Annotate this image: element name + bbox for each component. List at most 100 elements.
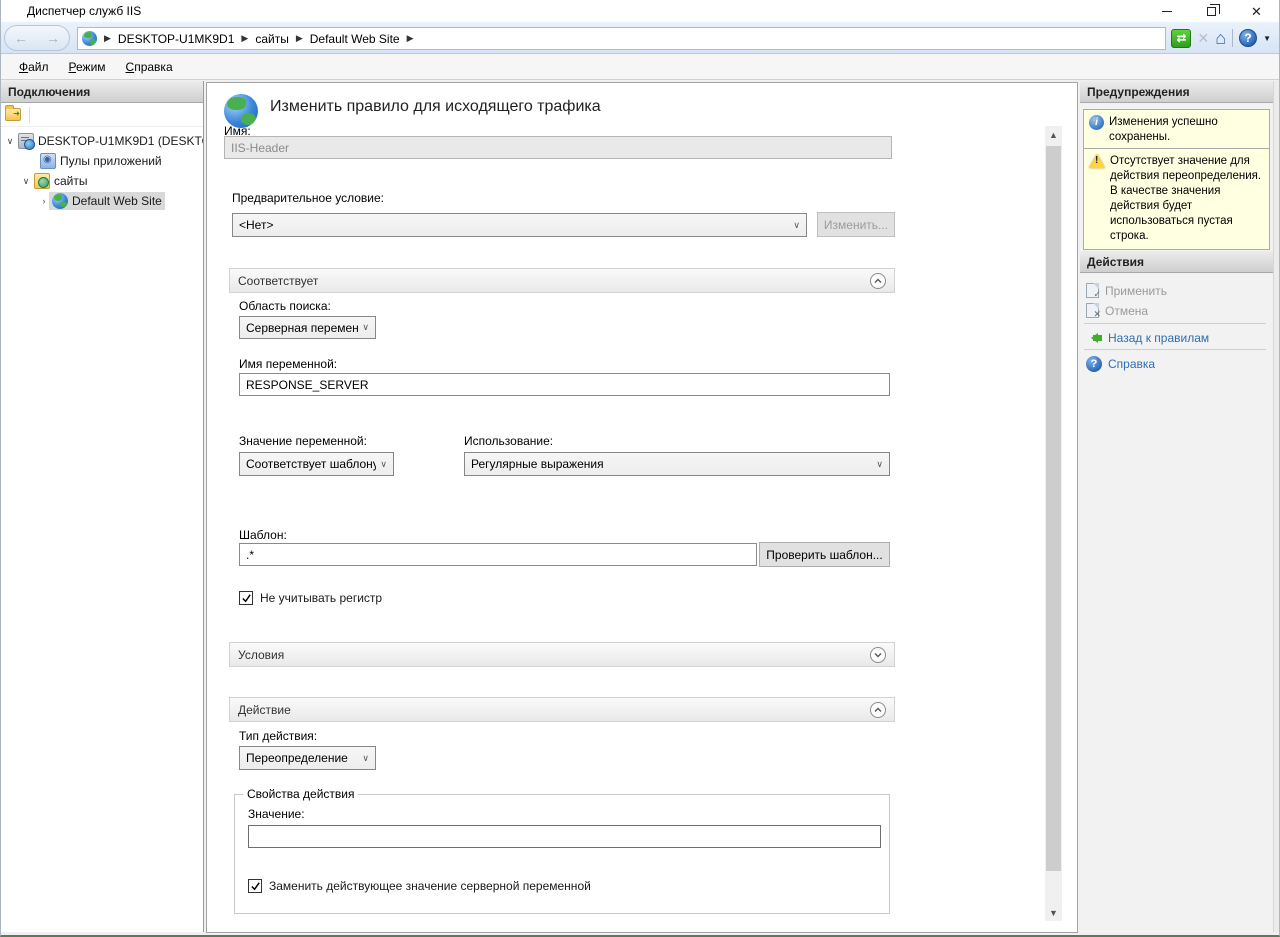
apply-button: ✓ Применить (1080, 280, 1273, 301)
app-pools-icon (40, 153, 56, 169)
save-connection-icon[interactable] (5, 108, 21, 121)
section-title: Действие (238, 703, 870, 717)
close-button[interactable]: ✕ (1234, 0, 1279, 22)
conditions-section-header[interactable]: Условия (229, 642, 895, 667)
breadcrumb-segment-server[interactable]: DESKTOP-U1MK9D1 (118, 32, 234, 46)
forward-button[interactable]: → (46, 31, 60, 45)
tree-item-default-web-site[interactable]: › Default Web Site (1, 191, 203, 211)
page-title: Изменить правило для исходящего трафика (270, 98, 601, 116)
tree-item-label: DESKTOP-U1MK9D1 (DESKTOP (38, 134, 203, 148)
alert-warning: Отсутствует значение для действия переоп… (1083, 148, 1270, 250)
tree-item-label: Default Web Site (72, 194, 162, 208)
tree-item-server[interactable]: ∨ DESKTOP-U1MK9D1 (DESKTOP (1, 131, 203, 151)
action-properties-group: Свойства действия Значение: Заменить дей… (234, 794, 890, 914)
scope-select[interactable]: Серверная переменн ∨ (239, 316, 376, 339)
precondition-select[interactable]: <Нет> ∨ (232, 213, 807, 237)
scrollbar-thumb[interactable] (1046, 146, 1061, 871)
tree-item-sites[interactable]: ∨ сайты (1, 171, 203, 191)
toolbar-divider (1232, 29, 1233, 47)
help-icon[interactable]: ? (1239, 29, 1257, 47)
task-label: Отмена (1105, 304, 1148, 318)
variable-value-value: Соответствует шаблону (246, 457, 376, 471)
variable-name-input[interactable]: RESPONSE_SERVER (239, 373, 890, 396)
alert-text: Отсутствует значение для действия переоп… (1110, 154, 1265, 244)
breadcrumb[interactable]: ▶ DESKTOP-U1MK9D1 ▶ сайты ▶ Default Web … (77, 27, 1166, 50)
ignore-case-label: Не учитывать регистр (260, 591, 382, 605)
restart-icon[interactable]: ⇄ (1171, 29, 1191, 48)
chevron-up-circle-icon[interactable] (870, 702, 886, 718)
breadcrumb-segment-sites[interactable]: сайты (255, 32, 289, 46)
precondition-value: <Нет> (239, 218, 789, 232)
ignore-case-checkbox-row[interactable]: Не учитывать регистр (239, 591, 382, 605)
menu-help[interactable]: Справка (118, 57, 181, 77)
chevron-right-icon[interactable]: › (39, 196, 49, 206)
action-section-header[interactable]: Действие (229, 697, 895, 722)
variable-value-label: Значение переменной: (239, 434, 367, 448)
checkbox-checked-icon[interactable] (248, 879, 262, 893)
sites-folder-icon (34, 173, 50, 189)
globe-icon (52, 193, 68, 209)
title-bar: Диспетчер служб IIS ✕ (1, 0, 1279, 22)
scrollbar-up-icon[interactable]: ▲ (1045, 126, 1062, 143)
info-icon: i (1089, 115, 1104, 130)
tree-item-app-pools[interactable]: Пулы приложений (1, 151, 203, 171)
menu-bar: Файл Режим Справка (1, 54, 1279, 80)
chevron-up-circle-icon[interactable] (870, 273, 886, 289)
breadcrumb-separator-icon: ▶ (294, 33, 305, 44)
menu-file[interactable]: Файл (11, 57, 57, 77)
back-to-rules-link[interactable]: Назад к правилам (1080, 327, 1273, 348)
value-input[interactable] (248, 825, 881, 848)
vertical-scrollbar[interactable]: ▲ ▼ (1045, 126, 1062, 921)
group-legend: Свойства действия (243, 787, 358, 801)
back-arrow-icon (1086, 332, 1102, 344)
action-type-select[interactable]: Переопределение ∨ (239, 746, 376, 770)
alert-text: Изменения успешно сохранены. (1109, 115, 1265, 145)
task-label: Применить (1105, 284, 1167, 298)
checkbox-checked-icon[interactable] (239, 591, 253, 605)
pattern-label: Шаблон: (239, 528, 287, 542)
chevron-down-icon[interactable]: ∨ (5, 136, 15, 147)
help-link[interactable]: ? Справка (1080, 353, 1273, 374)
replace-checkbox-row[interactable]: Заменить действующее значение серверной … (248, 879, 591, 893)
help-dropdown-caret-icon[interactable]: ▼ (1263, 34, 1271, 43)
navigation-buttons: ← → (4, 25, 70, 51)
chevron-down-icon[interactable]: ∨ (21, 176, 31, 187)
alert-info: i Изменения успешно сохранены. (1083, 109, 1270, 151)
menu-view[interactable]: Режим (61, 57, 114, 77)
section-title: Соответствует (238, 274, 870, 288)
action-type-label: Тип действия: (239, 729, 317, 743)
test-pattern-button[interactable]: Проверить шаблон... (759, 542, 890, 567)
breadcrumb-separator-icon: ▶ (405, 33, 416, 44)
value-label: Значение: (248, 807, 305, 821)
match-section-header[interactable]: Соответствует (229, 268, 895, 293)
restore-icon (1207, 7, 1216, 16)
breadcrumb-separator-icon: ▶ (239, 33, 250, 44)
chevron-down-circle-icon[interactable] (870, 647, 886, 663)
restore-button[interactable] (1189, 0, 1234, 22)
edit-precondition-button[interactable]: Изменить... (817, 212, 895, 237)
scrollbar-down-icon[interactable]: ▼ (1045, 904, 1062, 921)
divider (1084, 323, 1266, 324)
scope-label: Область поиска: (239, 299, 331, 313)
breadcrumb-segment-site[interactable]: Default Web Site (310, 32, 400, 46)
minimize-button[interactable] (1144, 0, 1189, 22)
globe-icon (82, 31, 97, 46)
scope-value: Серверная переменн (246, 321, 358, 335)
connections-tree: ∨ DESKTOP-U1MK9D1 (DESKTOP Пулы приложен… (1, 127, 203, 211)
close-icon: ✕ (1251, 5, 1262, 18)
chevron-down-icon: ∨ (362, 322, 369, 333)
variable-name-value: RESPONSE_SERVER (246, 378, 369, 392)
home-icon[interactable]: ⌂ (1215, 29, 1226, 47)
chevron-down-icon: ∨ (362, 753, 369, 764)
panel-scroll-track[interactable] (1273, 81, 1280, 932)
address-bar: ← → ▶ DESKTOP-U1MK9D1 ▶ сайты ▶ Default … (1, 22, 1279, 54)
variable-name-label: Имя переменной: (239, 357, 337, 371)
using-select[interactable]: Регулярные выражения ∨ (464, 452, 890, 476)
action-type-value: Переопределение (246, 751, 358, 765)
variable-value-select[interactable]: Соответствует шаблону ∨ (239, 452, 394, 476)
pattern-input[interactable]: .* (239, 543, 757, 566)
back-button[interactable]: ← (14, 31, 28, 45)
tree-item-label: Пулы приложений (60, 154, 162, 168)
chevron-down-icon: ∨ (876, 459, 883, 470)
apply-icon: ✓ (1086, 283, 1099, 298)
